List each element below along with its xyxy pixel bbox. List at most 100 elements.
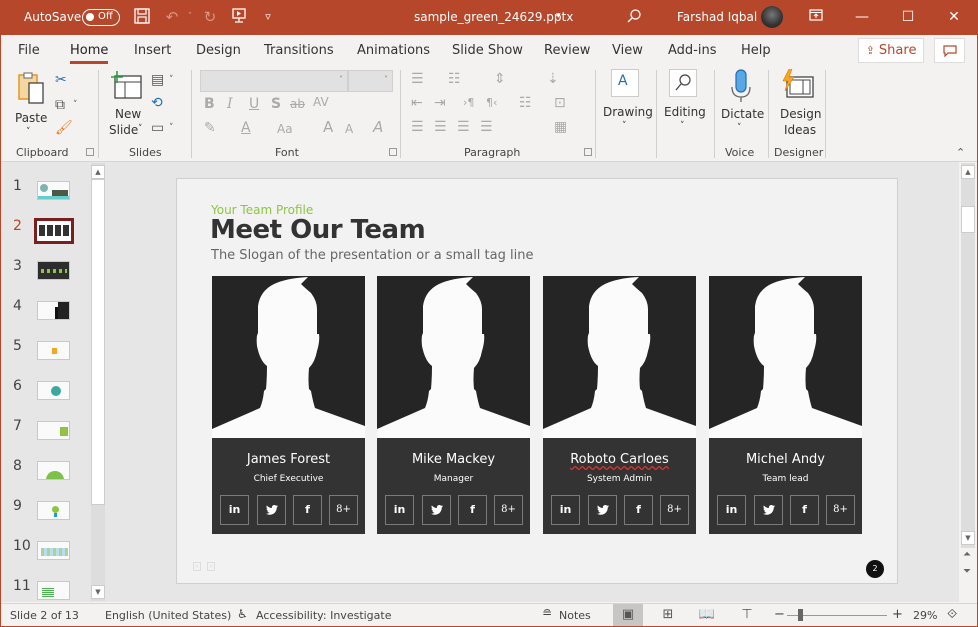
google-plus-icon[interactable]: 8+ [660,495,689,525]
zoom-slider-handle[interactable] [798,609,803,621]
document-title[interactable]: sample_green_24629.pptx [414,10,573,24]
copy-icon[interactable]: ⧉ [55,97,65,113]
slide-thumbnail-4[interactable] [37,301,70,320]
redo-icon[interactable]: ↻ [201,8,219,26]
scrollbar-thumb[interactable] [91,179,105,505]
scroll-up-icon[interactable]: ▲ [961,165,975,179]
tab-review[interactable]: Review [544,43,590,58]
dictate-button[interactable]: Dictate ˅ [719,69,764,139]
tab-animations[interactable]: Animations [357,43,430,58]
twitter-icon[interactable] [257,495,286,525]
accessibility-status[interactable]: Accessibility: Investigate [256,609,392,622]
scroll-down-icon[interactable]: ▼ [961,531,975,545]
format-painter-icon[interactable]: 🖌 [55,120,73,136]
normal-view-button[interactable]: ▣ [613,604,643,626]
highlight-color-icon[interactable]: ✎ [204,120,216,136]
slide-thumbnail-1[interactable] [37,181,70,200]
share-button[interactable]: ⇪ Share [858,38,924,63]
team-member-card[interactable]: Roboto Carloes System Admin in f 8+ [543,276,696,534]
scrollbar-thumb[interactable] [961,206,975,233]
character-spacing-button[interactable]: AV [313,94,329,110]
member-role[interactable]: Chief Executive [212,474,365,484]
align-left-icon[interactable]: ☰ [411,119,424,135]
slides-pane-scrollbar[interactable]: ▲ ▼ [91,163,105,601]
line-spacing-icon[interactable]: ⇕ [494,71,506,87]
grow-font-button[interactable]: A [323,119,333,135]
text-direction-icon[interactable]: ⇣ [547,71,559,87]
save-icon[interactable] [133,8,151,26]
slide-thumbnail-8[interactable] [37,461,70,480]
zoom-out-button[interactable]: − [774,607,785,622]
ribbon-display-options-icon[interactable] [801,5,831,29]
member-name[interactable]: Mike Mackey [377,452,530,467]
bullets-icon[interactable]: ☰ [411,71,424,87]
team-member-card[interactable]: Mike Mackey Manager in f 8+ [377,276,530,534]
tab-slide-show[interactable]: Slide Show [452,43,523,58]
facebook-icon[interactable]: f [790,495,819,525]
tab-design[interactable]: Design [196,43,241,58]
fit-to-window-icon[interactable]: ⟐ [947,607,957,622]
change-case-button[interactable]: Aa [277,121,293,137]
linkedin-icon[interactable]: in [551,495,580,525]
tab-insert[interactable]: Insert [134,43,171,58]
rtl-icon[interactable]: ¶‹ [486,95,497,111]
maximize-button[interactable]: ☐ [893,5,923,29]
layout-icon[interactable]: ▤ [151,72,164,88]
google-plus-icon[interactable]: 8+ [826,495,855,525]
strikethrough-button[interactable]: ab [290,96,305,112]
scroll-down-icon[interactable]: ▼ [91,585,105,599]
slide-indicator[interactable]: Slide 2 of 13 [10,609,79,622]
twitter-icon[interactable] [422,495,451,525]
search-icon[interactable] [625,8,643,26]
smartart-icon[interactable]: ▦ [554,119,567,135]
minimize-button[interactable]: — [847,5,877,29]
tab-transitions[interactable]: Transitions [264,43,334,58]
columns-icon[interactable]: ☷ [519,95,532,111]
user-name[interactable]: Farshad Iqbal [677,10,757,24]
font-name-dropdown[interactable]: ˅ [200,70,348,92]
slide-thumbnail-7[interactable] [37,421,70,440]
scroll-up-icon[interactable]: ▲ [91,165,105,179]
notes-button[interactable]: ≘ Notes [542,604,592,626]
slide-thumbnail-10[interactable] [37,541,70,560]
align-text-icon[interactable]: ⊡ [554,95,566,111]
slide-nav-next-icon[interactable]: › [207,562,215,571]
undo-icon[interactable]: ↶ [163,8,181,26]
current-slide[interactable]: Your Team Profile Meet Our Team The Slog… [176,178,898,584]
shadow-button[interactable]: S [271,96,281,112]
facebook-icon[interactable]: f [293,495,322,525]
slide-title[interactable]: Meet Our Team [210,215,426,245]
reading-view-button[interactable]: 📖 [692,604,722,626]
tab-add-ins[interactable]: Add-ins [668,43,716,58]
member-role[interactable]: System Admin [543,474,696,484]
member-name[interactable]: Roboto Carloes [543,452,696,467]
clear-formatting-button[interactable]: A [373,119,383,135]
align-right-icon[interactable]: ☰ [457,119,470,135]
next-slide-icon[interactable]: ⏷ [963,566,971,577]
font-color-icon[interactable]: A [241,120,251,136]
slide-thumbnail-3[interactable] [37,261,70,280]
shrink-font-button[interactable]: A [345,121,353,137]
tab-home[interactable]: Home [70,43,109,64]
linkedin-icon[interactable]: in [385,495,414,525]
slide-nav-prev-icon[interactable]: ‹ [193,562,201,571]
user-avatar[interactable] [761,6,783,28]
collapse-ribbon-icon[interactable]: ⌃ [956,145,965,161]
ltr-icon[interactable]: ›¶ [463,95,474,111]
slide-thumbnail-9[interactable] [37,501,70,520]
google-plus-icon[interactable]: 8+ [494,495,523,525]
slide-thumbnail-5[interactable] [37,341,70,360]
tab-file[interactable]: File [18,43,40,58]
canvas-scrollbar[interactable]: ▲ ▼ [961,163,975,548]
member-role[interactable]: Manager [377,474,530,484]
slide-sorter-view-button[interactable]: ⊞ [653,604,683,626]
tab-view[interactable]: View [612,43,643,58]
google-plus-icon[interactable]: 8+ [329,495,358,525]
underline-button[interactable]: U [249,96,259,112]
close-button[interactable]: ✕ [939,5,969,29]
undo-dropdown-icon[interactable]: ˅ [181,8,199,26]
layout-dropdown-icon[interactable]: ˅ [169,72,174,88]
editing-button[interactable]: Editing ˅ [663,69,707,139]
title-dropdown-icon[interactable]: ▾ [556,11,561,21]
section-icon[interactable]: ▭ [151,120,164,136]
